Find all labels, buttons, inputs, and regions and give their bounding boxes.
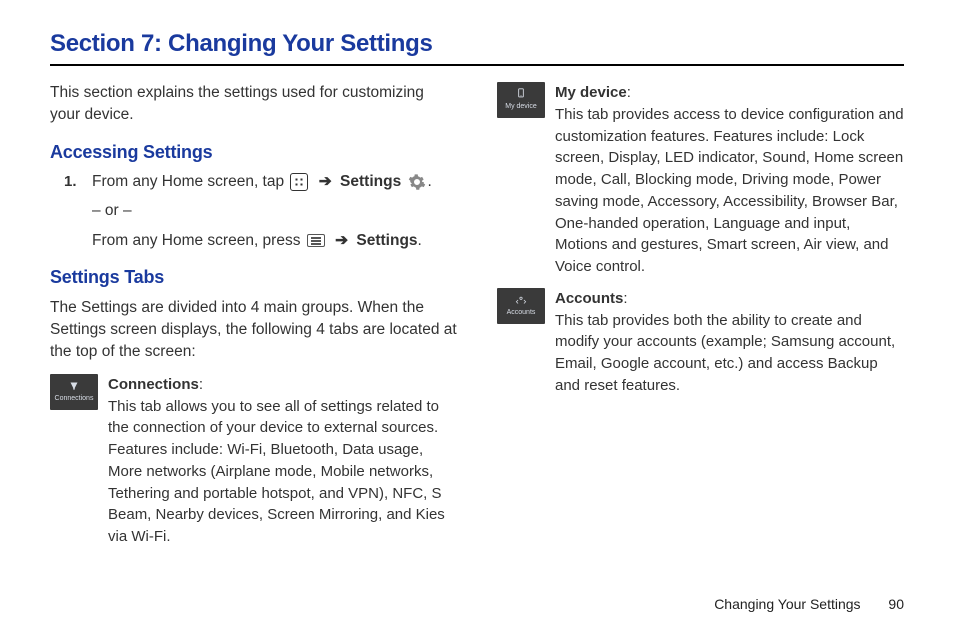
content-columns: This section explains the settings used …	[50, 82, 904, 548]
step-alt-end: .	[418, 232, 422, 249]
section-title: Section 7: Changing Your Settings	[50, 30, 904, 66]
accounts-icon: Accounts	[497, 288, 545, 324]
mydevice-desc: This tab provides access to device confi…	[555, 106, 904, 275]
arrow-icon: ➔	[319, 173, 332, 190]
page-number: 90	[888, 596, 904, 612]
left-column: This section explains the settings used …	[50, 82, 457, 548]
tab-mydevice: My device My device: This tab provides a…	[497, 82, 904, 278]
mydevice-icon-label: My device	[505, 102, 537, 112]
tabs-intro: The Settings are divided into 4 main gro…	[50, 297, 457, 364]
tab-accounts: Accounts Accounts: This tab provides bot…	[497, 288, 904, 397]
accounts-text: Accounts: This tab provides both the abi…	[555, 288, 904, 397]
connections-text: Connections: This tab allows you to see …	[108, 374, 457, 548]
connections-desc: This tab allows you to see all of settin…	[108, 398, 445, 546]
step-alt: From any Home screen, press ➔ Settings.	[92, 230, 457, 252]
or-text: – or –	[92, 200, 457, 222]
step-body: From any Home screen, tap ➔ Settings .	[92, 171, 457, 193]
connections-icon-label: Connections	[55, 394, 94, 404]
accessing-settings-heading: Accessing Settings	[50, 139, 457, 165]
mydevice-colon: :	[627, 84, 631, 101]
connections-icon: Connections	[50, 374, 98, 410]
right-column: My device My device: This tab provides a…	[497, 82, 904, 548]
step-alt-text-a: From any Home screen, press	[92, 232, 305, 249]
accounts-name: Accounts	[555, 290, 623, 307]
settings-tabs-heading: Settings Tabs	[50, 264, 457, 290]
gear-icon	[408, 173, 426, 191]
step-text-end: .	[428, 173, 432, 190]
arrow-icon: ➔	[335, 232, 348, 249]
accounts-desc: This tab provides both the ability to cr…	[555, 312, 895, 394]
apps-icon	[290, 173, 308, 191]
intro-text: This section explains the settings used …	[50, 82, 457, 127]
connections-colon: :	[199, 376, 203, 393]
menu-icon	[307, 234, 325, 247]
mydevice-text: My device: This tab provides access to d…	[555, 82, 904, 278]
settings-label: Settings	[356, 232, 417, 249]
step-text-a: From any Home screen, tap	[92, 173, 288, 190]
step-alt-body: From any Home screen, press ➔ Settings.	[92, 230, 457, 252]
mydevice-name: My device	[555, 84, 627, 101]
page-footer: Changing Your Settings 90	[714, 596, 904, 612]
step-1: 1. From any Home screen, tap ➔ Settings …	[64, 171, 457, 193]
settings-label: Settings	[340, 173, 401, 190]
tab-connections: Connections Connections: This tab allows…	[50, 374, 457, 548]
accounts-icon-label: Accounts	[507, 308, 536, 318]
footer-label: Changing Your Settings	[714, 596, 860, 612]
accounts-colon: :	[623, 290, 627, 307]
mydevice-icon: My device	[497, 82, 545, 118]
connections-name: Connections	[108, 376, 199, 393]
step-number: 1.	[64, 171, 82, 193]
